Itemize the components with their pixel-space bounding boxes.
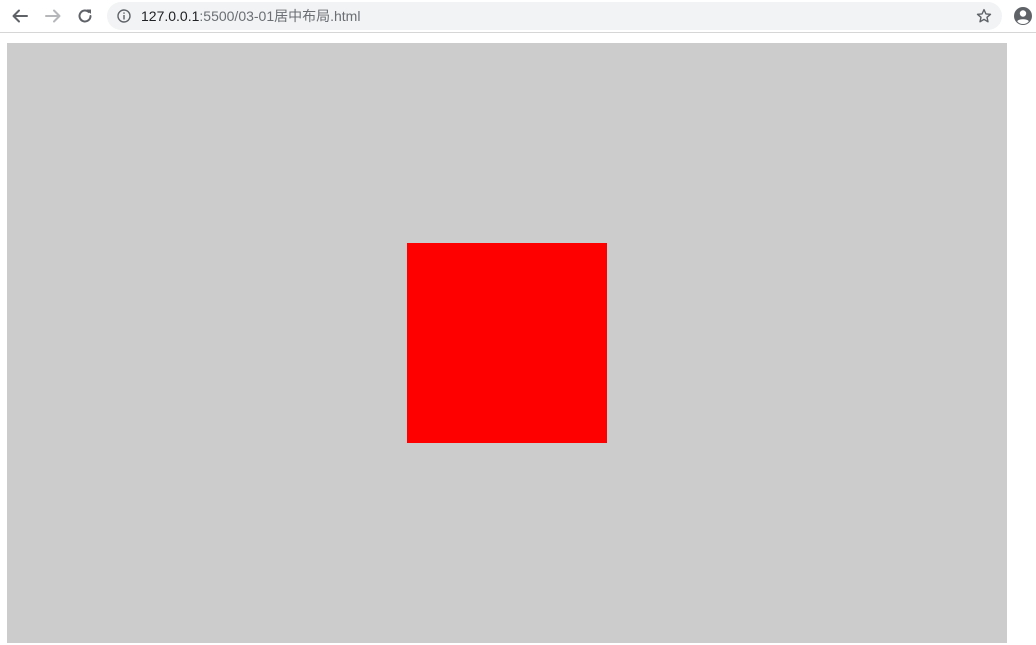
star-icon[interactable] — [976, 8, 992, 24]
back-button[interactable] — [9, 5, 31, 27]
address-bar[interactable]: 127.0.0.1:5500/03-01居中布局.html — [107, 2, 1002, 30]
account-circle-icon[interactable] — [1013, 6, 1033, 26]
outer-box — [7, 43, 1007, 643]
page-viewport — [0, 34, 1036, 645]
reload-button[interactable] — [74, 5, 96, 27]
forward-button[interactable] — [42, 5, 64, 27]
browser-toolbar: 127.0.0.1:5500/03-01居中布局.html — [0, 0, 1036, 33]
url-path: :5500/03-01居中布局.html — [199, 8, 361, 24]
reload-icon — [78, 9, 92, 23]
arrow-right-icon — [45, 9, 61, 23]
centered-box — [407, 243, 607, 443]
info-icon[interactable] — [117, 9, 131, 23]
arrow-left-icon — [12, 9, 28, 23]
url-host: 127.0.0.1 — [141, 8, 200, 24]
url-text[interactable]: 127.0.0.1:5500/03-01居中布局.html — [141, 8, 360, 24]
